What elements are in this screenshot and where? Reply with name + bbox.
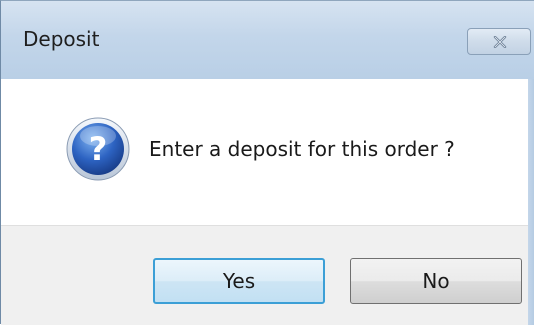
window-frame-right (528, 79, 534, 325)
dialog-message: Enter a deposit for this order ? (149, 137, 455, 161)
dialog-button-bar: Yes No (1, 225, 528, 325)
close-icon (493, 36, 507, 48)
yes-button[interactable]: Yes (153, 258, 325, 304)
window-title: Deposit (23, 27, 100, 51)
close-button[interactable] (467, 28, 531, 55)
svg-text:?: ? (89, 130, 108, 168)
title-bar[interactable]: Deposit (1, 1, 534, 79)
yes-button-label: Yes (222, 269, 256, 293)
no-button-label: No (422, 269, 450, 293)
deposit-dialog-window: Deposit ? Enter a deposit for this order… (0, 0, 534, 325)
question-icon: ? (66, 117, 130, 181)
no-button[interactable]: No (350, 258, 522, 304)
dialog-content: ? Enter a deposit for this order ? (1, 79, 528, 225)
